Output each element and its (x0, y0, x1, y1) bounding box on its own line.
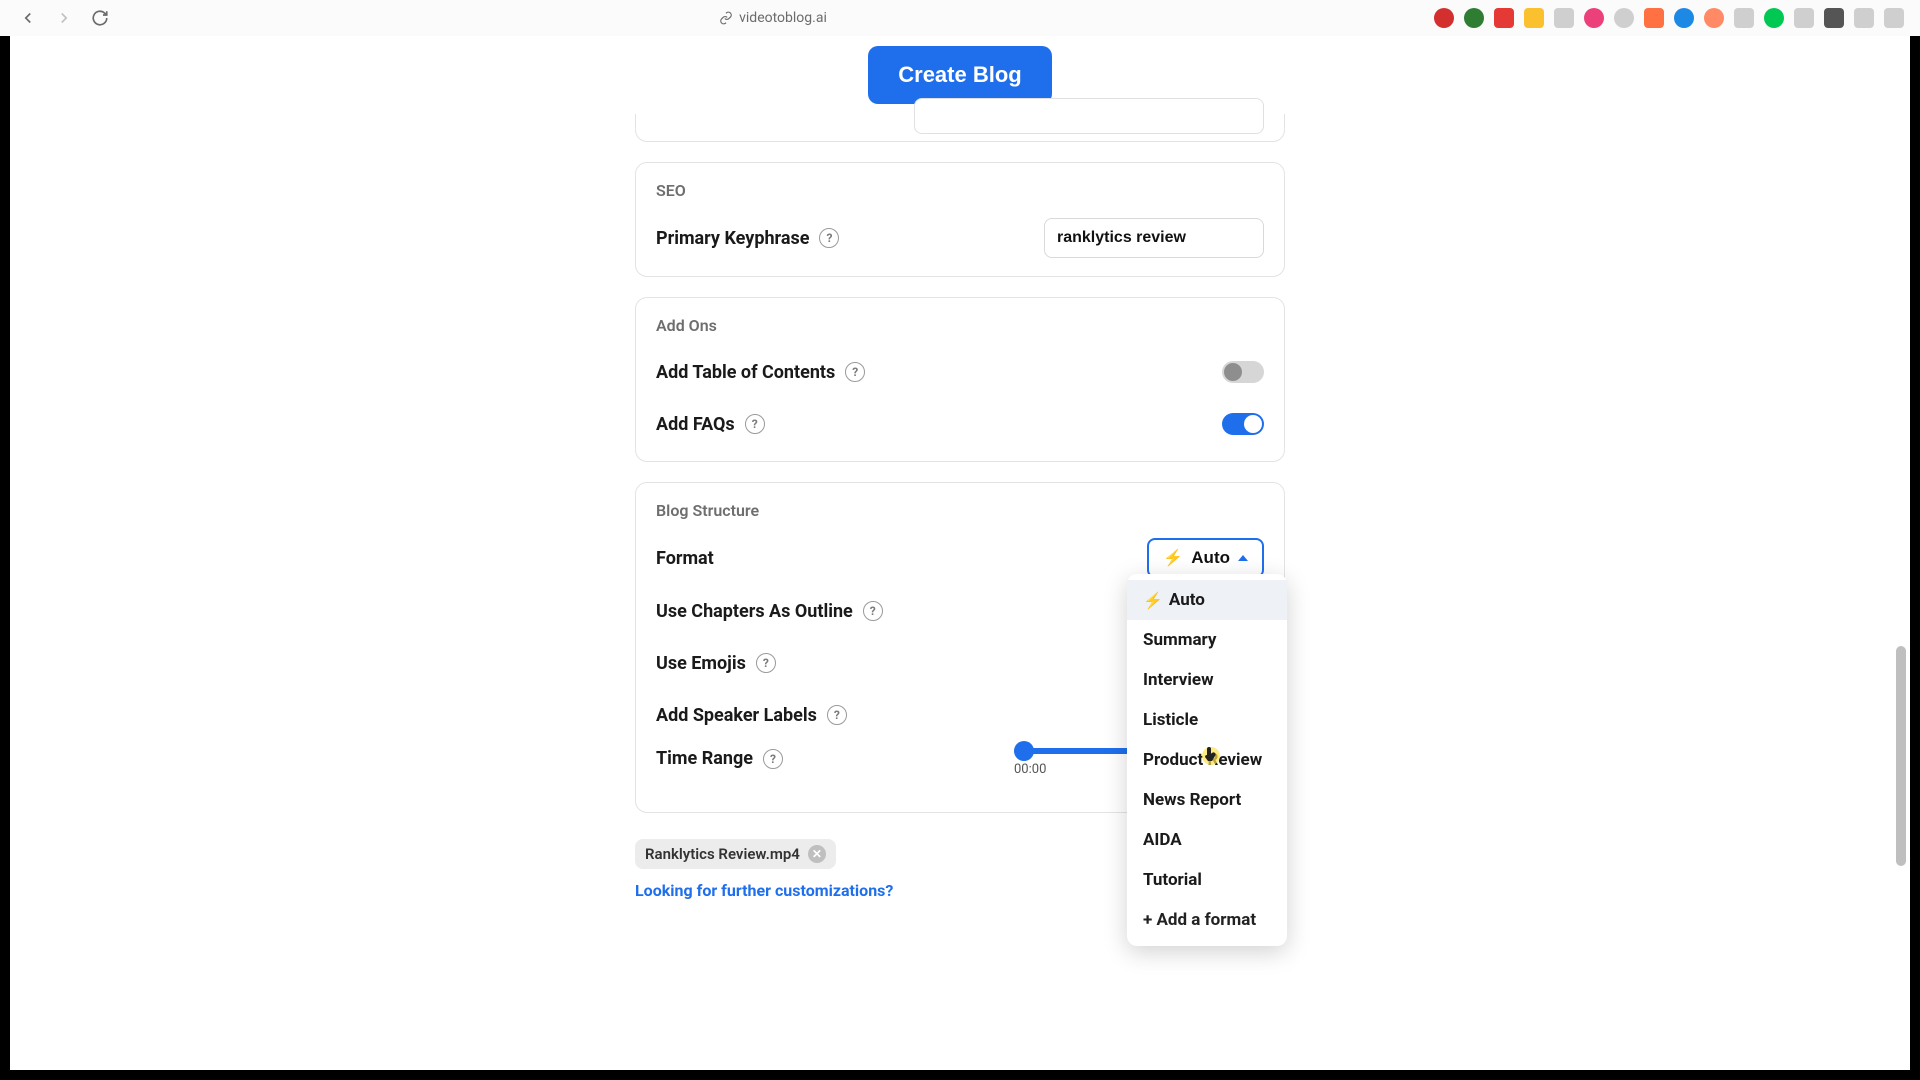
extension-icon[interactable] (1734, 8, 1754, 28)
page-content: Create Blog SEO Primary Keyphrase ? Add … (0, 36, 1920, 1080)
extension-icon[interactable] (1494, 8, 1514, 28)
format-option-listicle[interactable]: Listicle (1127, 700, 1287, 740)
speaker-label: Add Speaker Labels (656, 705, 817, 726)
extension-icon[interactable] (1704, 8, 1724, 28)
help-icon[interactable]: ? (745, 414, 765, 434)
browser-bar: videotoblog.ai (0, 0, 1920, 36)
extensions-tray (1434, 8, 1904, 28)
format-option-aida[interactable]: AIDA (1127, 820, 1287, 860)
format-option-news-report[interactable]: News Report (1127, 780, 1287, 820)
file-chip: Ranklytics Review.mp4 ✕ (635, 839, 836, 869)
emojis-label: Use Emojis (656, 653, 746, 674)
extension-icon[interactable] (1794, 8, 1814, 28)
help-icon[interactable]: ? (763, 749, 783, 769)
format-option-interview[interactable]: Interview (1127, 660, 1287, 700)
format-dropdown: ⚡ Auto Summary Interview Listicle Produc… (1127, 574, 1287, 946)
faqs-toggle[interactable] (1222, 413, 1264, 435)
format-option-add[interactable]: + Add a format (1127, 900, 1287, 940)
chevron-up-icon (1238, 555, 1248, 561)
help-icon[interactable]: ? (756, 653, 776, 673)
extension-icon[interactable] (1764, 8, 1784, 28)
extension-icon[interactable] (1524, 8, 1544, 28)
extension-icon[interactable] (1464, 8, 1484, 28)
format-option-summary[interactable]: Summary (1127, 620, 1287, 660)
reload-icon[interactable] (88, 6, 112, 30)
extension-icon[interactable] (1644, 8, 1664, 28)
seo-card: SEO Primary Keyphrase ? (635, 162, 1285, 277)
format-option-label: Auto (1169, 590, 1205, 610)
extension-icon[interactable] (1854, 8, 1874, 28)
format-select[interactable]: ⚡ Auto (1147, 538, 1264, 578)
toc-toggle[interactable] (1222, 361, 1264, 383)
primary-keyphrase-input[interactable] (1044, 218, 1264, 258)
format-option-product-review[interactable]: Product Review (1127, 740, 1287, 780)
scrollbar[interactable] (1896, 646, 1906, 866)
primary-keyphrase-label: Primary Keyphrase (656, 228, 809, 249)
slider-thumb[interactable] (1014, 741, 1034, 761)
extension-icon[interactable] (1584, 8, 1604, 28)
help-icon[interactable]: ? (827, 705, 847, 725)
addons-section-title: Add Ons (656, 316, 1264, 335)
time-range-label: Time Range (656, 748, 753, 769)
extension-icon[interactable] (1434, 8, 1454, 28)
faqs-label: Add FAQs (656, 414, 735, 435)
bolt-icon: ⚡ (1163, 548, 1183, 568)
bolt-icon: ⚡ (1143, 591, 1163, 610)
url-text: videotoblog.ai (739, 10, 827, 26)
customizations-link[interactable]: Looking for further customizations? (635, 881, 893, 900)
help-icon[interactable]: ? (863, 601, 883, 621)
format-selected-value: Auto (1191, 548, 1230, 568)
sidebar-toggle-icon[interactable] (1884, 8, 1904, 28)
structure-section-title: Blog Structure (656, 501, 1264, 520)
extension-icon[interactable] (1824, 8, 1844, 28)
extension-icon[interactable] (1674, 8, 1694, 28)
seo-section-title: SEO (656, 181, 1264, 200)
format-label: Format (656, 548, 714, 569)
chapters-label: Use Chapters As Outline (656, 601, 853, 622)
extension-icon[interactable] (1614, 8, 1634, 28)
previous-card-stub (635, 114, 1285, 142)
forward-icon[interactable] (52, 6, 76, 30)
url-bar[interactable]: videotoblog.ai (124, 10, 1422, 26)
format-option-auto[interactable]: ⚡ Auto (1127, 580, 1287, 620)
link-icon (719, 11, 733, 25)
create-blog-button[interactable]: Create Blog (868, 46, 1051, 104)
addons-card: Add Ons Add Table of Contents ? Add FAQs… (635, 297, 1285, 462)
help-icon[interactable]: ? (819, 228, 839, 248)
remove-file-icon[interactable]: ✕ (808, 845, 826, 863)
previous-card-input-stub[interactable] (914, 98, 1264, 134)
file-chip-label: Ranklytics Review.mp4 (645, 845, 800, 863)
back-icon[interactable] (16, 6, 40, 30)
help-icon[interactable]: ? (845, 362, 865, 382)
format-option-tutorial[interactable]: Tutorial (1127, 860, 1287, 900)
toc-label: Add Table of Contents (656, 362, 835, 383)
extension-icon[interactable] (1554, 8, 1574, 28)
